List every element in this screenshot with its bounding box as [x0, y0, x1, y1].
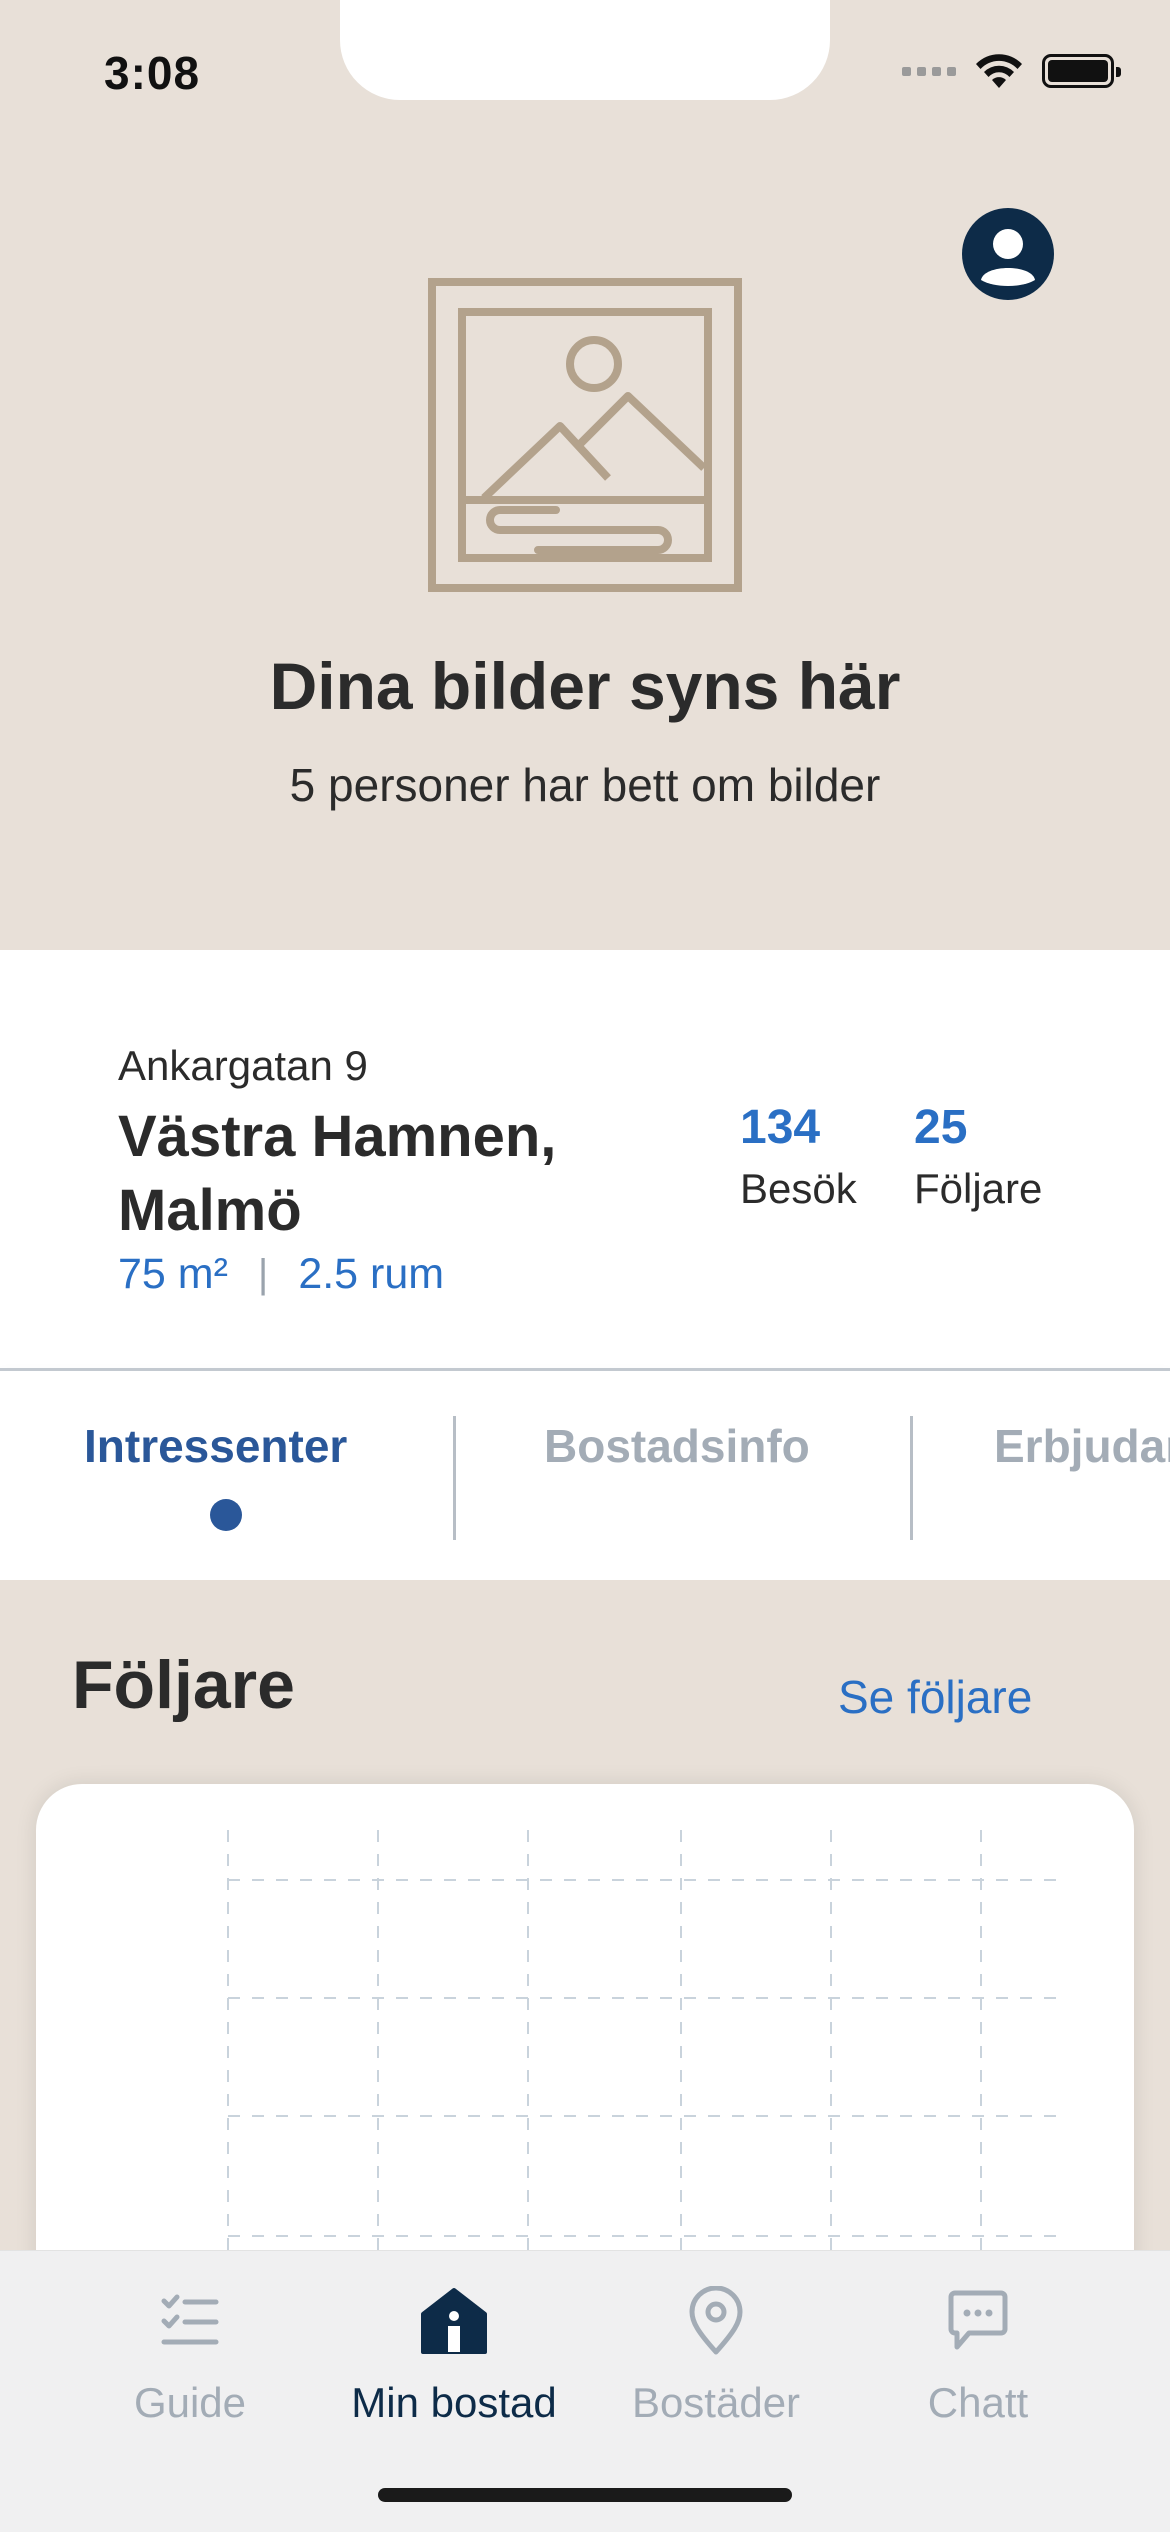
nav-bostader[interactable]: Bostäder — [586, 2281, 846, 2427]
property-size: 75 m² — [118, 1250, 228, 1298]
user-icon — [981, 229, 1035, 286]
nav-guide-label: Guide — [133, 2379, 247, 2426]
chat-bubble-icon — [948, 2290, 1008, 2350]
home-indicator[interactable] — [378, 2488, 792, 2502]
tab-bar: Intressenter Bostadsinfo Erbjudanden — [0, 1368, 1170, 1580]
stat-followers-label: Följare — [914, 1165, 1043, 1212]
nav-bostader-label: Bostäder — [631, 2379, 801, 2426]
nav-chatt[interactable]: Chatt — [848, 2281, 1108, 2427]
tab-intressenter[interactable]: Intressenter — [84, 1419, 347, 1473]
wifi-icon — [976, 54, 1022, 88]
stat-visits-label: Besök — [740, 1165, 857, 1212]
hero-subtitle: 5 personer har bett om bilder — [289, 759, 881, 811]
specs-separator: | — [257, 1252, 269, 1296]
active-tab-indicator — [210, 1499, 242, 1531]
property-area: Västra Hamnen, Malmö — [118, 1104, 557, 1243]
nav-guide[interactable]: Guide — [60, 2281, 320, 2427]
nav-min-bostad[interactable]: Min bostad — [324, 2281, 584, 2427]
battery-icon — [1042, 54, 1121, 88]
tab-erbjudanden[interactable]: Erbjudanden — [994, 1419, 1170, 1473]
stat-visits: 134 Besök — [740, 1100, 857, 1213]
tab-divider — [910, 1416, 913, 1540]
nav-chatt-label: Chatt — [927, 2379, 1029, 2426]
property-specs: 75 m² | 2.5 rum — [118, 1250, 444, 1299]
app-screen: 3:08 Dina bilder syns här 5 personer har… — [0, 0, 1170, 2532]
hero-title: Dina bilder syns här — [269, 649, 901, 723]
profile-button[interactable] — [962, 208, 1054, 300]
tab-bostadsinfo[interactable]: Bostadsinfo — [544, 1419, 810, 1473]
checklist-icon — [161, 2294, 219, 2345]
nav-min-bostad-label: Min bostad — [351, 2379, 557, 2426]
followers-title: Följare — [72, 1647, 295, 1723]
hero-section: 3:08 Dina bilder syns här 5 personer har… — [0, 0, 1170, 950]
cellular-signal-icon — [902, 66, 956, 76]
status-icons — [902, 52, 1121, 90]
status-time: 3:08 — [104, 47, 201, 99]
see-followers-link[interactable]: Se följare — [838, 1670, 1032, 1724]
stat-followers-value: 25 — [914, 1101, 968, 1154]
property-rooms: 2.5 rum — [298, 1250, 445, 1298]
location-pin-icon — [689, 2286, 743, 2355]
stat-visits-value: 134 — [740, 1101, 821, 1154]
followers-section: Följare Se följare — [0, 1580, 1170, 2384]
tab-divider — [453, 1416, 456, 1540]
image-placeholder-icon — [428, 278, 742, 592]
property-info-card: Ankargatan 9 Västra Hamnen, Malmö 75 m² … — [0, 950, 1170, 1368]
house-icon — [421, 2288, 487, 2354]
property-street: Ankargatan 9 — [118, 1042, 368, 1089]
device-notch — [340, 0, 830, 100]
stat-followers: 25 Följare — [914, 1100, 1042, 1213]
